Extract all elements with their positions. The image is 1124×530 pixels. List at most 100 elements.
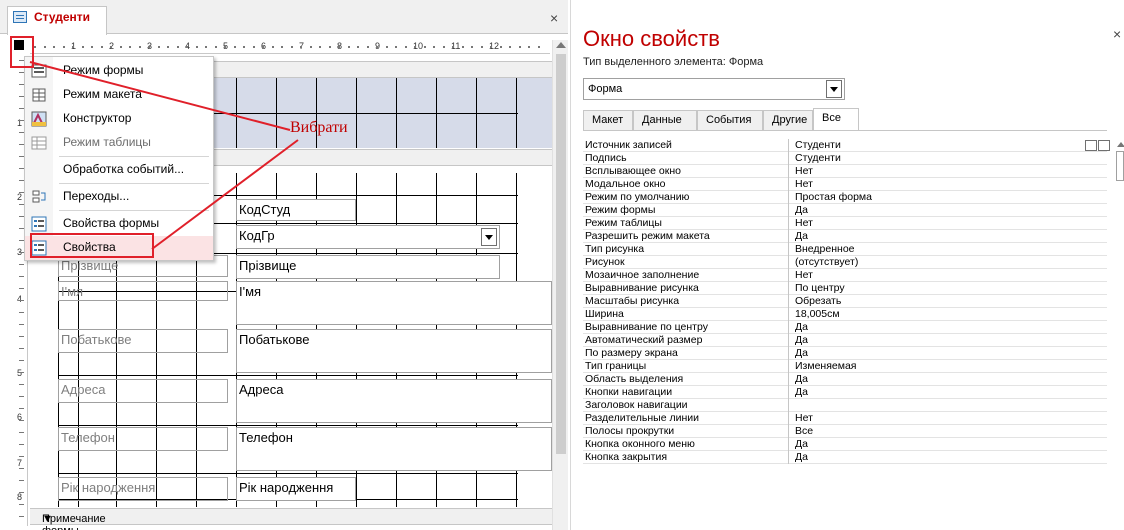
adresa-textbox[interactable]: Адреса [236, 379, 552, 423]
property-value[interactable]: Да [791, 334, 1107, 347]
tab-all[interactable]: Все [813, 108, 859, 130]
property-row[interactable]: Тип границы Изменяемая [583, 360, 1107, 373]
imia-textbox[interactable]: І'мя [236, 281, 552, 325]
ruler-tick [129, 46, 131, 48]
property-row[interactable]: Заголовок навигации [583, 399, 1107, 412]
property-row[interactable]: Масштабы рисунка Обрезать [583, 295, 1107, 308]
builder-ellipsis-icon[interactable] [1098, 140, 1110, 151]
property-value[interactable]: Нет [791, 165, 1107, 178]
property-row[interactable]: Режим формы Да [583, 204, 1107, 217]
menu-item-design-view[interactable]: Конструктор [25, 107, 213, 131]
property-value[interactable]: Да [791, 438, 1107, 451]
scroll-up-icon[interactable] [556, 42, 566, 48]
property-value[interactable]: Студенти [791, 139, 1107, 152]
property-row[interactable]: Выравнивание по центру Да [583, 321, 1107, 334]
document-tab[interactable]: Студенти [7, 6, 107, 35]
property-value[interactable]: По центру [791, 282, 1107, 295]
property-row[interactable]: Выравнивание рисунка По центру [583, 282, 1107, 295]
imia-label[interactable]: І'мя [58, 281, 228, 301]
property-value[interactable]: Да [791, 321, 1107, 334]
property-row[interactable]: Источник записей Студенти [583, 139, 1107, 152]
rik-narodzhennia-textbox[interactable]: Рік народження [236, 477, 356, 501]
property-value[interactable]: Нет [791, 269, 1107, 282]
property-row[interactable]: Режим по умолчанию Простая форма [583, 191, 1107, 204]
ruler-tick [224, 46, 226, 48]
ruler-tick [309, 46, 312, 48]
property-row[interactable]: Режим таблицы Нет [583, 217, 1107, 230]
pobatkove-label[interactable]: Побатькове [58, 329, 228, 353]
property-value[interactable]: Простая форма [791, 191, 1107, 204]
property-value[interactable]: Нет [791, 178, 1107, 191]
property-row[interactable]: Модальное окно Нет [583, 178, 1107, 191]
property-row[interactable]: Полосы прокрутки Все [583, 425, 1107, 438]
property-value[interactable]: Да [791, 347, 1107, 360]
tab-format[interactable]: Макет [583, 110, 633, 130]
prizvyshche-textbox[interactable]: Прізвище [236, 255, 500, 279]
tab-other[interactable]: Другие [763, 110, 813, 130]
kodstud-textbox[interactable]: КодСтуд [236, 199, 356, 221]
property-row[interactable]: Подпись Студенти [583, 152, 1107, 165]
tab-order-icon [32, 190, 46, 203]
property-value[interactable]: Все [791, 425, 1107, 438]
ruler-tick [205, 46, 207, 48]
menu-separator [59, 156, 209, 157]
menu-item-tab-order[interactable]: Переходы... [25, 185, 213, 209]
property-row[interactable]: Разделительные линии Нет [583, 412, 1107, 425]
form-footer-band[interactable]: ▼ Примечание формы [30, 508, 552, 530]
vertical-scrollbar[interactable] [552, 40, 568, 530]
property-row[interactable]: Разрешить режим макета Да [583, 230, 1107, 243]
property-value[interactable]: Студенти [791, 152, 1107, 165]
menu-item-label: Режим макета [63, 87, 142, 101]
telefon-textbox[interactable]: Телефон [236, 427, 552, 471]
property-row[interactable]: Тип рисунка Внедренное [583, 243, 1107, 256]
menu-item-build-event[interactable]: Обработка событий... [25, 158, 213, 182]
property-value[interactable]: Да [791, 230, 1107, 243]
tab-data[interactable]: Данные [633, 110, 697, 130]
property-row[interactable]: Всплывающее окно Нет [583, 165, 1107, 178]
rik-narodzhennia-label[interactable]: Рік народження [58, 477, 228, 501]
property-value[interactable]: Да [791, 373, 1107, 386]
telefon-label[interactable]: Телефон [58, 427, 228, 451]
property-row[interactable]: Мозаичное заполнение Нет [583, 269, 1107, 282]
menu-item-layout-view[interactable]: Режим макета [25, 83, 213, 107]
kodgr-combobox[interactable]: КодГр [236, 225, 500, 249]
property-row[interactable]: Кнопки навигации Да [583, 386, 1107, 399]
menu-item-form-view[interactable]: Режим формы [25, 59, 213, 83]
ruler-tick [19, 408, 24, 409]
pobatkove-textbox[interactable]: Побатькове [236, 329, 552, 373]
property-row[interactable]: Автоматический размер Да [583, 334, 1107, 347]
property-value[interactable]: Да [791, 386, 1107, 399]
property-value[interactable]: Да [791, 451, 1107, 464]
adresa-label[interactable]: Адреса [58, 379, 228, 403]
close-document-button[interactable]: × [550, 10, 558, 26]
scrollbar-thumb[interactable] [1116, 151, 1124, 181]
ruler-tick [499, 46, 502, 48]
property-value[interactable]: Обрезать [791, 295, 1107, 308]
menu-item-datasheet-view[interactable]: Режим таблицы [25, 131, 213, 155]
close-property-sheet-button[interactable]: × [1113, 26, 1121, 42]
property-value[interactable]: Внедренное [791, 243, 1107, 256]
property-row[interactable]: Область выделения Да [583, 373, 1107, 386]
scroll-up-icon[interactable] [1117, 142, 1124, 147]
scrollbar-thumb[interactable] [556, 54, 566, 454]
chevron-down-icon[interactable] [1085, 140, 1097, 151]
chevron-down-icon[interactable] [826, 80, 842, 98]
property-value[interactable]: 18,005см [791, 308, 1107, 321]
object-selector[interactable]: Форма [583, 78, 845, 100]
property-value[interactable]: Изменяемая [791, 360, 1107, 373]
property-name: Кнопки навигации [583, 386, 789, 399]
property-row[interactable]: Кнопка оконного меню Да [583, 438, 1107, 451]
property-row[interactable]: Рисунок (отсутствует) [583, 256, 1107, 269]
property-value[interactable]: Нет [791, 217, 1107, 230]
property-name: Рисунок [583, 256, 789, 269]
property-row[interactable]: По размеру экрана Да [583, 347, 1107, 360]
property-value[interactable]: (отсутствует) [791, 256, 1107, 269]
property-row[interactable]: Кнопка закрытия Да [583, 451, 1107, 464]
kodgr-dropdown-button[interactable] [481, 228, 497, 246]
property-grid-scrollbar[interactable] [1115, 142, 1124, 530]
tab-event[interactable]: События [697, 110, 763, 130]
property-value[interactable] [791, 399, 1107, 412]
property-row[interactable]: Ширина 18,005см [583, 308, 1107, 321]
property-value[interactable]: Нет [791, 412, 1107, 425]
property-value[interactable]: Да [791, 204, 1107, 217]
